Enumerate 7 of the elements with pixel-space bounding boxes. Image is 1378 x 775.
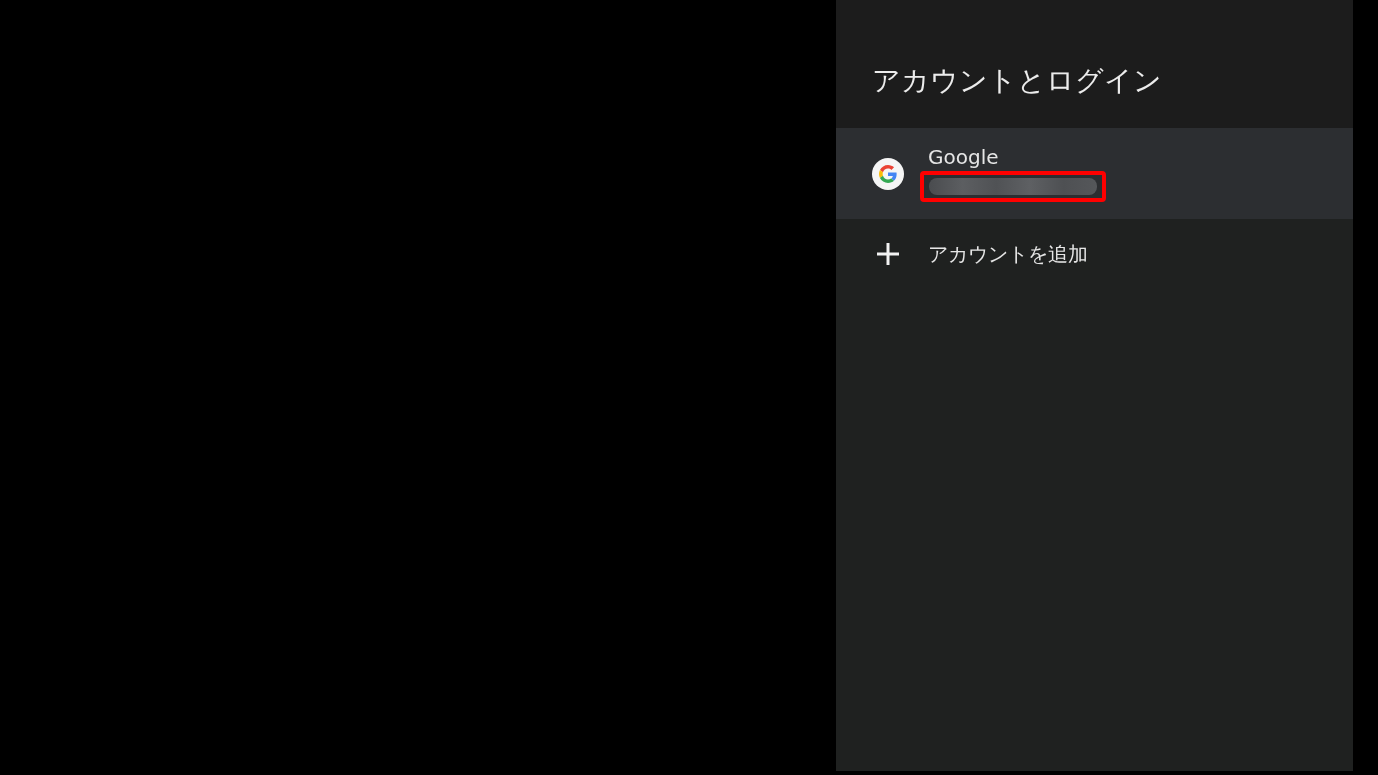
- account-item[interactable]: Google: [836, 128, 1353, 219]
- item-label: Google: [928, 145, 999, 169]
- plus-icon: [877, 243, 899, 265]
- add-account-item[interactable]: アカウントを追加: [836, 219, 1353, 289]
- g-logo-icon: [872, 157, 904, 190]
- item-label: アカウントを追加: [928, 242, 1088, 266]
- panel-title: アカウントとログイン: [872, 63, 1162, 99]
